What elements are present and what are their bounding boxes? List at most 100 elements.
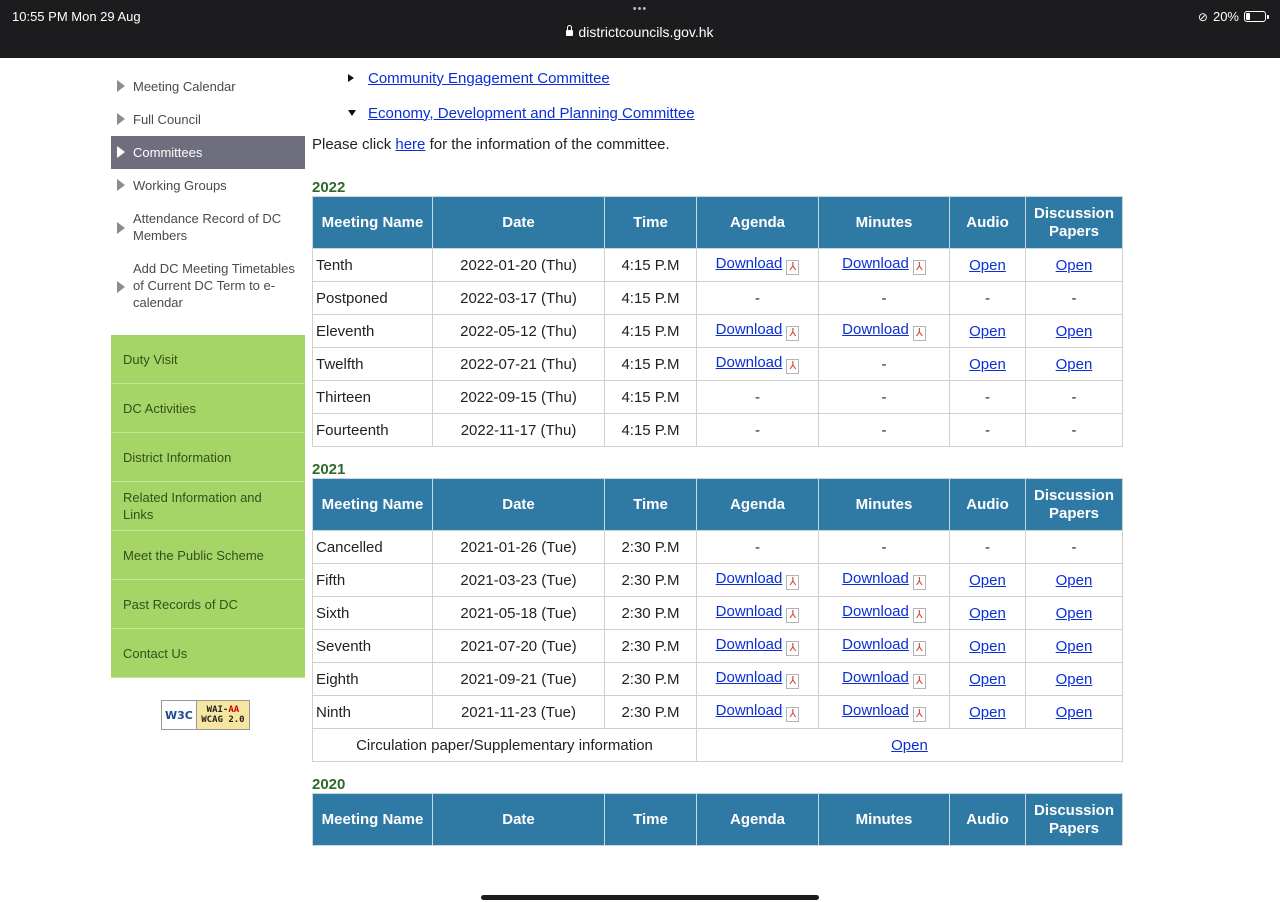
audio-open-link[interactable]: Open: [969, 572, 1006, 589]
minutes-download-link[interactable]: Download: [842, 636, 909, 653]
sidebar-item-committees[interactable]: Committees: [111, 136, 305, 169]
menu-district-information[interactable]: District Information: [111, 433, 305, 482]
table-cell: 2021-03-23 (Tue): [432, 563, 605, 597]
table-cell: Download ⅄: [696, 563, 819, 597]
column-header: Audio: [949, 478, 1026, 531]
meeting-name-cell: Twelfth: [312, 347, 433, 381]
agenda-download-link[interactable]: Download: [716, 354, 783, 371]
audio-open-link[interactable]: Open: [969, 671, 1006, 688]
table-cell: Open: [949, 629, 1026, 663]
triangle-right-icon: [348, 74, 354, 82]
table-row: Sixth 2021-05-18 (Tue) 2:30 P.M Download ⅄ Do…: [312, 596, 1123, 630]
minutes-download-link[interactable]: Download: [842, 669, 909, 686]
table-row: Tenth 2022-01-20 (Thu) 4:15 P.M Download ⅄ Do…: [312, 248, 1123, 282]
table-header-row: Meeting Name Date Time Agenda Minutes Audio Di…: [312, 196, 1123, 249]
papers-open-link[interactable]: Open: [1056, 257, 1093, 274]
menu-meet-the-public[interactable]: Meet the Public Scheme: [111, 531, 305, 580]
table-cell: 2:30 P.M: [604, 629, 697, 663]
papers-open-link[interactable]: Open: [1056, 638, 1093, 655]
sidebar-item-working-groups[interactable]: Working Groups: [111, 169, 305, 202]
column-header: Minutes: [818, 793, 950, 846]
table-cell: -: [949, 413, 1026, 447]
committee-link[interactable]: Community Engagement Committee: [368, 70, 610, 87]
committee-community-engagement[interactable]: Community Engagement Committee: [348, 66, 1122, 90]
table-cell: 2:30 P.M: [604, 563, 697, 597]
table-row: Postponed 2022-03-17 (Thu) 4:15 P.M - - - -: [312, 281, 1123, 315]
wcag-badge[interactable]: W3C WAI-AA WCAG 2.0: [161, 700, 250, 730]
audio-open-link[interactable]: Open: [969, 323, 1006, 340]
agenda-download-link[interactable]: Download: [716, 702, 783, 719]
pdf-icon: ⅄: [786, 260, 800, 275]
agenda-download-link[interactable]: Download: [716, 255, 783, 272]
address-bar[interactable]: districtcouncils.gov.hk: [0, 24, 1280, 40]
table-cell: Download ⅄: [818, 662, 950, 696]
pdf-icon: ⅄: [786, 641, 800, 656]
circulation-cell: Open: [696, 728, 1123, 762]
table-cell: 2021-07-20 (Tue): [432, 629, 605, 663]
menu-dc-activities[interactable]: DC Activities: [111, 384, 305, 433]
note-text: Please click: [312, 136, 396, 153]
table-cell: Open: [1025, 629, 1123, 663]
url-text: districtcouncils.gov.hk: [578, 24, 714, 40]
home-indicator[interactable]: [481, 895, 819, 900]
agenda-download-link[interactable]: Download: [716, 669, 783, 686]
menu-contact-us[interactable]: Contact Us: [111, 629, 305, 678]
minutes-download-link[interactable]: Download: [842, 321, 909, 338]
triangle-right-icon: [117, 80, 125, 92]
table-cell: Open: [949, 695, 1026, 729]
table-cell: -: [696, 281, 819, 315]
table-cell: Open: [949, 662, 1026, 696]
table-cell: 2021-01-26 (Tue): [432, 530, 605, 564]
menu-related-information[interactable]: Related Information and Links: [111, 482, 305, 531]
audio-open-link[interactable]: Open: [969, 605, 1006, 622]
agenda-download-link[interactable]: Download: [716, 570, 783, 587]
table-cell: 4:15 P.M: [604, 413, 697, 447]
sidebar-item-add-e-calendar[interactable]: Add DC Meeting Timetables of Current DC …: [111, 252, 305, 319]
sidebar-item-meeting-calendar[interactable]: Meeting Calendar: [111, 70, 305, 103]
papers-open-link[interactable]: Open: [1056, 356, 1093, 373]
table-cell: Download ⅄: [696, 695, 819, 729]
sidebar-item-label: Committees: [133, 145, 203, 160]
triangle-down-icon: [348, 110, 356, 116]
pdf-icon: ⅄: [786, 359, 800, 374]
table-cell: -: [949, 380, 1026, 414]
multitask-dots[interactable]: •••: [0, 3, 1280, 15]
minutes-download-link[interactable]: Download: [842, 255, 909, 272]
column-header: Agenda: [696, 793, 819, 846]
sidebar-item-label: Working Groups: [133, 178, 227, 193]
agenda-download-link[interactable]: Download: [716, 321, 783, 338]
note-text: for the information of the committee.: [425, 136, 670, 153]
papers-open-link[interactable]: Open: [1056, 671, 1093, 688]
circulation-open-link[interactable]: Open: [891, 737, 928, 754]
agenda-download-link[interactable]: Download: [716, 603, 783, 620]
status-bar: 10:55 PM Mon 29 Aug ••• districtcouncils…: [0, 0, 1280, 58]
column-header: Meeting Name: [312, 478, 433, 531]
papers-open-link[interactable]: Open: [1056, 704, 1093, 721]
audio-open-link[interactable]: Open: [969, 704, 1006, 721]
table-cell: -: [1025, 380, 1123, 414]
sidebar-item-attendance-record[interactable]: Attendance Record of DC Members: [111, 202, 305, 252]
table-cell: 2:30 P.M: [604, 695, 697, 729]
agenda-download-link[interactable]: Download: [716, 636, 783, 653]
audio-open-link[interactable]: Open: [969, 638, 1006, 655]
papers-open-link[interactable]: Open: [1056, 572, 1093, 589]
committee-link[interactable]: Economy, Development and Planning Commit…: [368, 105, 695, 122]
triangle-right-icon: [117, 222, 125, 234]
audio-open-link[interactable]: Open: [969, 356, 1006, 373]
menu-duty-visit[interactable]: Duty Visit: [111, 335, 305, 384]
menu-past-records[interactable]: Past Records of DC: [111, 580, 305, 629]
table-cell: Download ⅄: [696, 347, 819, 381]
table-cell: 4:15 P.M: [604, 314, 697, 348]
minutes-download-link[interactable]: Download: [842, 702, 909, 719]
here-link[interactable]: here: [395, 136, 425, 153]
committee-economy-development[interactable]: Economy, Development and Planning Commit…: [348, 101, 1122, 125]
column-header: Meeting Name: [312, 196, 433, 249]
table-cell: Open: [1025, 248, 1123, 282]
papers-open-link[interactable]: Open: [1056, 605, 1093, 622]
papers-open-link[interactable]: Open: [1056, 323, 1093, 340]
minutes-download-link[interactable]: Download: [842, 603, 909, 620]
minutes-download-link[interactable]: Download: [842, 570, 909, 587]
year-section-2022: 2022 Meeting Name Date Time Agenda Minutes Aud…: [312, 180, 1123, 447]
sidebar-item-full-council[interactable]: Full Council: [111, 103, 305, 136]
audio-open-link[interactable]: Open: [969, 257, 1006, 274]
